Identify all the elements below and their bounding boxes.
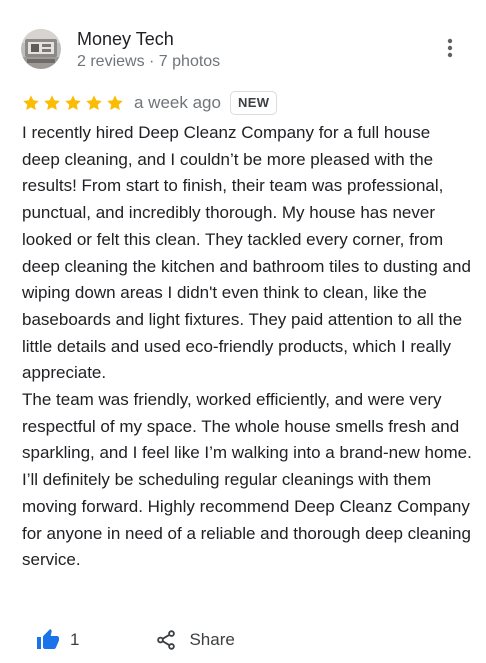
avatar[interactable] [21,29,61,69]
review-paragraph: The team was friendly, worked efficientl… [22,390,472,570]
review-header: Money Tech 2 reviews · 7 photos [21,28,468,76]
review-time: a week ago [134,93,221,112]
thumbs-up-icon [37,629,59,649]
new-badge: NEW [229,91,278,115]
more-options-button[interactable] [438,36,462,60]
rating-row: a week ago NEW [22,90,278,116]
share-icon [157,630,176,650]
review-actions: 1 Share [36,626,235,654]
share-button[interactable]: Share [155,629,235,651]
review-card: Money Tech 2 reviews · 7 photos a week a… [0,0,486,663]
like-button[interactable]: 1 [36,628,79,652]
reviewer-info: Money Tech 2 reviews · 7 photos [77,28,220,72]
star-rating [22,94,127,112]
like-count: 1 [70,630,80,649]
star-icon [23,95,39,111]
avatar-photo [21,29,61,69]
review-text: I recently hired Deep Cleanz Company for… [22,120,472,574]
share-label: Share [189,630,235,649]
star-icon [107,95,123,111]
star-icon [44,95,60,111]
more-vertical-icon [447,38,453,58]
star-icon [65,95,81,111]
star-icon [86,95,102,111]
review-paragraph: I recently hired Deep Cleanz Company for… [22,123,471,383]
reviewer-name[interactable]: Money Tech [77,28,220,50]
reviewer-meta: 2 reviews · 7 photos [77,53,221,70]
